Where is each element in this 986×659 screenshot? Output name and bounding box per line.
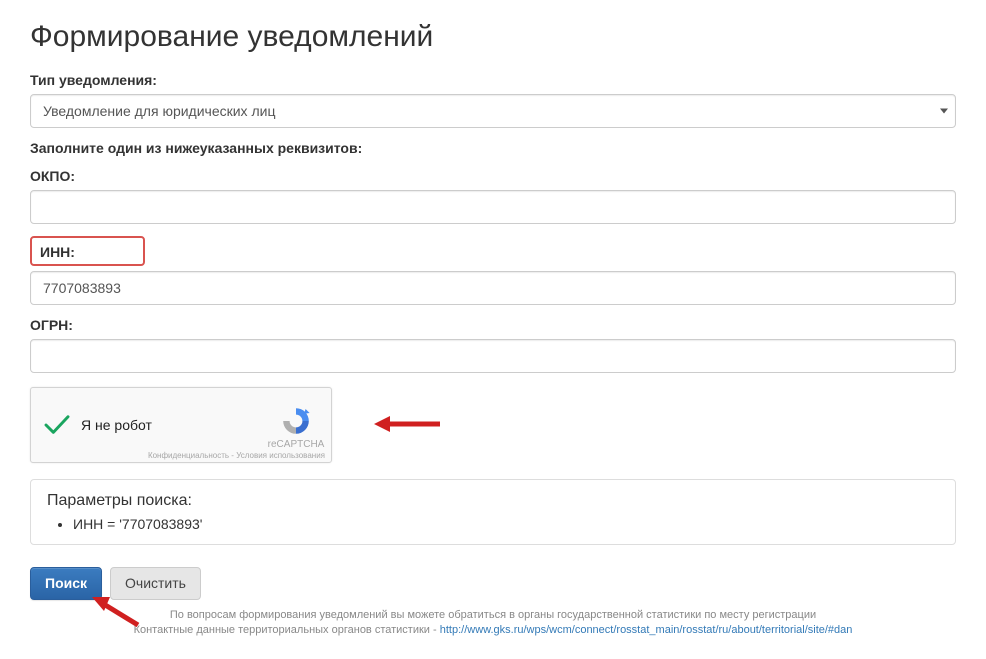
okpo-input[interactable] — [30, 190, 956, 224]
list-item: ИНН = '7707083893' — [73, 516, 939, 532]
recaptcha-widget[interactable]: Я не робот reCAPTCHA Конфиденциальность … — [30, 387, 332, 463]
okpo-label: ОКПО: — [30, 168, 956, 184]
ogrn-label: ОГРН: — [30, 317, 956, 333]
footer: По вопросам формирования уведомлений вы … — [30, 608, 956, 639]
page-title: Формирование уведомлений — [30, 20, 956, 54]
notification-type-group: Тип уведомления: Уведомление для юридиче… — [30, 72, 956, 128]
search-params-list: ИНН = '7707083893' — [47, 516, 939, 532]
footer-line-2: Контактные данные территориальных органо… — [30, 623, 956, 638]
search-button[interactable]: Поиск — [30, 567, 102, 600]
arrow-annotation-icon — [372, 409, 442, 439]
checkmark-icon — [43, 414, 71, 436]
search-params-title: Параметры поиска: — [47, 492, 939, 510]
footer-link[interactable]: http://www.gks.ru/wps/wcm/connect/rossta… — [440, 624, 853, 636]
inn-group: ИНН: — [30, 236, 956, 305]
ogrn-input[interactable] — [30, 339, 956, 373]
inn-input[interactable] — [30, 271, 956, 305]
recaptcha-container: Я не робот reCAPTCHA Конфиденциальность … — [30, 387, 956, 463]
recaptcha-brand: reCAPTCHA — [268, 439, 325, 450]
instruction-label: Заполните один из нижеуказанных реквизит… — [30, 140, 956, 156]
inn-label: ИНН: — [40, 244, 135, 260]
recaptcha-text: Я не робот — [81, 417, 152, 433]
ogrn-group: ОГРН: — [30, 317, 956, 373]
clear-button[interactable]: Очистить — [110, 567, 201, 600]
footer-line-1: По вопросам формирования уведомлений вы … — [30, 608, 956, 623]
instruction-text: Заполните один из нижеуказанных реквизит… — [30, 140, 956, 156]
notification-type-select[interactable]: Уведомление для юридических лиц — [30, 94, 956, 128]
recaptcha-icon — [280, 405, 312, 437]
recaptcha-terms: Конфиденциальность - Условия использован… — [135, 451, 325, 460]
button-row: Поиск Очистить — [30, 567, 956, 600]
okpo-group: ОКПО: — [30, 168, 956, 224]
footer-prefix: Контактные данные территориальных органо… — [134, 624, 440, 636]
inn-highlight-annotation: ИНН: — [30, 236, 145, 266]
search-params-panel: Параметры поиска: ИНН = '7707083893' — [30, 479, 956, 545]
notification-type-label: Тип уведомления: — [30, 72, 956, 88]
